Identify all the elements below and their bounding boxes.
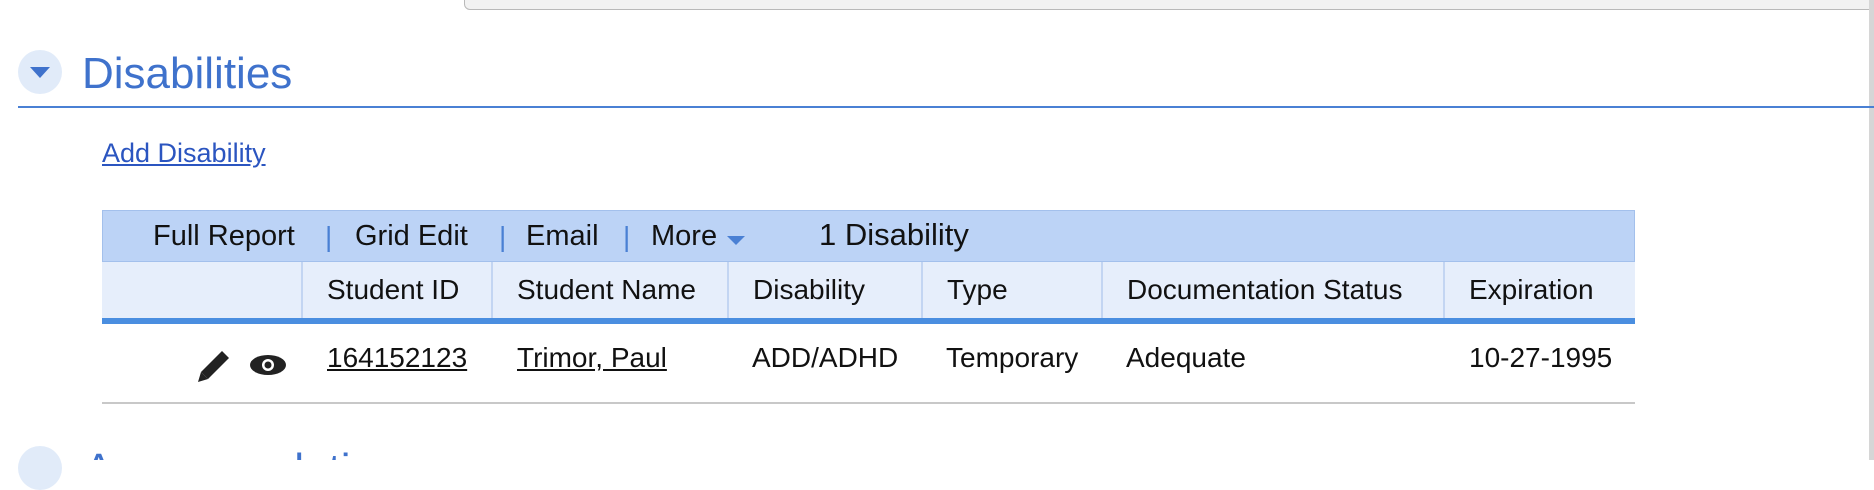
eye-icon[interactable] xyxy=(248,352,288,378)
grid-edit-button[interactable]: Grid Edit xyxy=(355,217,468,255)
toolbar-separator: | xyxy=(623,221,631,252)
column-header-disability[interactable]: Disability xyxy=(727,262,921,318)
disabilities-section-header: Disabilities xyxy=(18,40,1874,108)
table-toolbar: Full Report | Grid Edit | Email | More 1… xyxy=(102,210,1635,262)
next-section-collapse-button[interactable] xyxy=(18,446,62,490)
student-id-link[interactable]: 164152123 xyxy=(327,338,467,378)
expiration-cell: 10-27-1995 xyxy=(1469,342,1613,373)
more-menu-button[interactable]: More xyxy=(651,217,747,255)
documentation-status-cell: Adequate xyxy=(1126,342,1246,373)
column-header-type[interactable]: Type xyxy=(921,262,1101,318)
column-header-student-name[interactable]: Student Name xyxy=(491,262,727,318)
column-header-documentation-status[interactable]: Documentation Status xyxy=(1101,262,1443,318)
type-cell: Temporary xyxy=(946,342,1079,373)
section-collapse-button[interactable] xyxy=(18,50,62,94)
student-name-link[interactable]: Trimor, Paul xyxy=(517,338,667,378)
add-disability-link[interactable]: Add Disability xyxy=(102,138,266,169)
email-button[interactable]: Email xyxy=(526,217,599,255)
chevron-down-icon xyxy=(30,67,50,78)
full-report-button[interactable]: Full Report xyxy=(153,217,295,255)
disability-cell: ADD/ADHD xyxy=(752,342,899,373)
column-header-student-id[interactable]: Student ID xyxy=(301,262,491,318)
caret-down-icon xyxy=(727,236,746,245)
pencil-icon[interactable] xyxy=(196,348,232,384)
next-section-title: Accommodations xyxy=(84,444,421,460)
record-count: 1 Disability xyxy=(819,217,969,252)
section-title: Disabilities xyxy=(82,49,293,98)
toolbar-separator: | xyxy=(325,221,333,252)
actions-column-header xyxy=(102,262,302,318)
table-row: 164152123 Trimor, Paul ADD/ADHD Temporar… xyxy=(102,324,1635,404)
more-label: More xyxy=(651,220,718,252)
column-header-expiration[interactable]: Expiration xyxy=(1443,262,1635,318)
top-scroll-frame xyxy=(464,0,1874,10)
toolbar-separator: | xyxy=(499,221,507,252)
table-header-row: Student ID Student Name Disability Type … xyxy=(102,262,1635,324)
